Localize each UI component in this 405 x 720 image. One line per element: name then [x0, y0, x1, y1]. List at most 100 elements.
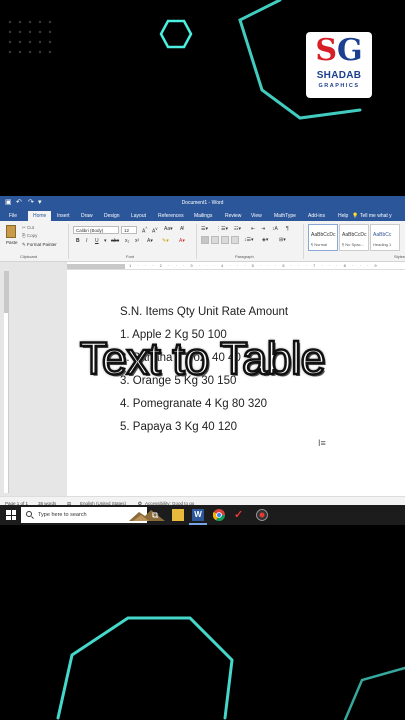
- style-name: ¶ No Spac...: [342, 242, 364, 247]
- borders-icon[interactable]: ⊞▾: [279, 237, 286, 243]
- window-title: Document1 - Word: [181, 200, 224, 206]
- tab-design[interactable]: Design: [104, 213, 120, 219]
- numbering-icon[interactable]: ⋮☰▾: [216, 226, 228, 232]
- screen-recorder-icon[interactable]: [256, 509, 268, 521]
- ruler-margin: [67, 264, 125, 269]
- style-name: ¶ Normal: [311, 242, 328, 247]
- style-name: Heading 1: [373, 242, 392, 247]
- search-placeholder: Type here to search: [38, 512, 87, 518]
- style-sample: AaBbCcDc: [342, 232, 367, 238]
- clear-formatting-icon[interactable]: A̸: [180, 226, 183, 232]
- justify-icon[interactable]: [231, 236, 239, 244]
- align-right-icon[interactable]: [221, 236, 229, 244]
- strikethrough-icon[interactable]: abc: [111, 238, 119, 244]
- font-name-dropdown[interactable]: Calibri (Body): [73, 226, 119, 234]
- tab-insert[interactable]: Insert: [57, 213, 70, 219]
- chrome-icon[interactable]: [213, 509, 225, 521]
- search-icon: [26, 511, 32, 517]
- underline-icon[interactable]: U: [95, 238, 99, 244]
- vertical-ruler-margin: [4, 271, 9, 313]
- windows-taskbar: Type here to search ⧉ W ✓: [0, 505, 405, 525]
- decrease-indent-icon[interactable]: ⇤: [251, 226, 255, 232]
- tab-references[interactable]: References: [158, 213, 184, 219]
- superscript-icon[interactable]: x²: [135, 238, 139, 244]
- style-no-spacing[interactable]: AaBbCcDc ¶ No Spac...: [339, 224, 369, 251]
- shrink-font-icon[interactable]: Av: [152, 226, 157, 235]
- tab-view[interactable]: View: [251, 213, 262, 219]
- word-app-icon[interactable]: W: [192, 509, 204, 521]
- sort-icon[interactable]: ↕A: [272, 226, 278, 232]
- tab-add-ins[interactable]: Add-ins: [308, 213, 325, 219]
- cut-label: Cut: [27, 225, 35, 230]
- tell-me-box[interactable]: Tell me what y: [360, 213, 392, 219]
- shading-icon[interactable]: ◈▾: [262, 237, 268, 243]
- video-title-overlay: Text to Table: [79, 332, 327, 386]
- tab-mathtype[interactable]: MathType: [274, 213, 296, 219]
- font-group-label: Font: [126, 254, 135, 259]
- ribbon-divider: [68, 224, 69, 259]
- grow-font-icon[interactable]: A^: [142, 226, 147, 235]
- paste-icon[interactable]: [6, 225, 16, 238]
- document-line[interactable]: 4. Pomegranate 4 Kg 80 320: [120, 398, 267, 410]
- logo-tagline: GRAPHICS: [318, 83, 360, 89]
- clipboard-group-label: Clipboard: [20, 254, 38, 259]
- text-cursor-icon: I≡: [318, 438, 326, 448]
- align-center-icon[interactable]: [211, 236, 219, 244]
- bullets-icon[interactable]: ☰▾: [201, 226, 208, 232]
- style-sample: AaBbCcDc: [311, 232, 336, 238]
- copy-button[interactable]: ⎘ Copy: [22, 233, 37, 238]
- active-app-indicator: [189, 523, 207, 525]
- subscript-icon[interactable]: x₂: [125, 238, 129, 244]
- cut-button[interactable]: ✂ Cut: [22, 225, 34, 231]
- format-painter-label: Format Painter: [27, 242, 57, 247]
- document-line[interactable]: 5. Papaya 3 Kg 40 120: [120, 421, 237, 433]
- font-size-dropdown[interactable]: 12: [121, 226, 137, 234]
- taskbar-search-box[interactable]: Type here to search: [21, 507, 165, 523]
- style-heading-1[interactable]: AaBbCc Heading 1: [370, 224, 400, 251]
- tab-help[interactable]: Help: [338, 213, 348, 219]
- title-bar: ▣ ↶ ↷ ▾ Document1 - Word: [0, 196, 405, 210]
- horizontal-ruler: 1 · · · 2 · · · 3 · · · 4 · · · 5 · · · …: [67, 263, 405, 270]
- style-normal[interactable]: AaBbCcDc ¶ Normal: [308, 224, 338, 251]
- increase-indent-icon[interactable]: ⇥: [261, 226, 265, 232]
- paragraph-group-label: Paragraph: [235, 254, 254, 259]
- bold-icon[interactable]: B: [76, 238, 80, 244]
- change-case-icon[interactable]: Aa▾: [164, 226, 173, 232]
- highlight-color-icon[interactable]: ✎▾: [162, 238, 169, 244]
- bottom-hexagon: [56, 616, 234, 720]
- tab-review[interactable]: Review: [225, 213, 241, 219]
- logo-name: SHADAB: [316, 70, 362, 81]
- tab-draw[interactable]: Draw: [81, 213, 93, 219]
- italic-icon[interactable]: I: [86, 238, 87, 244]
- styles-group-label: Styles: [394, 254, 405, 259]
- file-explorer-icon[interactable]: [172, 509, 184, 521]
- task-view-icon[interactable]: ⧉: [152, 509, 164, 521]
- align-left-icon[interactable]: [201, 236, 209, 244]
- small-hexagon: [159, 19, 193, 49]
- dot-grid: [8, 20, 52, 54]
- ribbon-home: Paste ✂ Cut ⎘ Copy ✎ Format Painter Clip…: [0, 221, 405, 262]
- line-spacing-icon[interactable]: ↕☰▾: [244, 237, 254, 243]
- ribbon-divider: [303, 224, 304, 259]
- brand-logo: SG SHADAB GRAPHICS: [306, 32, 372, 98]
- text-effects-icon[interactable]: A▾: [147, 238, 153, 244]
- underline-dropdown-icon[interactable]: ▾: [104, 238, 107, 244]
- tab-mailings[interactable]: Mailings: [194, 213, 212, 219]
- tab-home[interactable]: Home: [28, 211, 52, 221]
- copy-label: Copy: [26, 233, 38, 238]
- style-sample: AaBbCc: [373, 232, 392, 238]
- format-painter-button[interactable]: ✎ Format Painter: [22, 242, 57, 248]
- tab-layout[interactable]: Layout: [131, 213, 146, 219]
- checkmark-app-icon[interactable]: ✓: [234, 509, 246, 521]
- tab-file[interactable]: File: [9, 213, 17, 219]
- multilevel-list-icon[interactable]: ☷▾: [234, 226, 241, 232]
- font-name-value: Calibri (Body): [76, 228, 104, 233]
- font-size-value: 12: [124, 228, 130, 233]
- document-line[interactable]: S.N. Items Qty Unit Rate Amount: [120, 306, 288, 318]
- logo-initials: SG: [315, 33, 363, 68]
- show-formatting-marks-icon[interactable]: ¶: [286, 226, 289, 232]
- ribbon-divider: [196, 224, 197, 259]
- font-color-icon[interactable]: A▾: [179, 238, 185, 244]
- windows-start-icon[interactable]: [6, 510, 16, 520]
- paste-button[interactable]: Paste: [6, 240, 18, 245]
